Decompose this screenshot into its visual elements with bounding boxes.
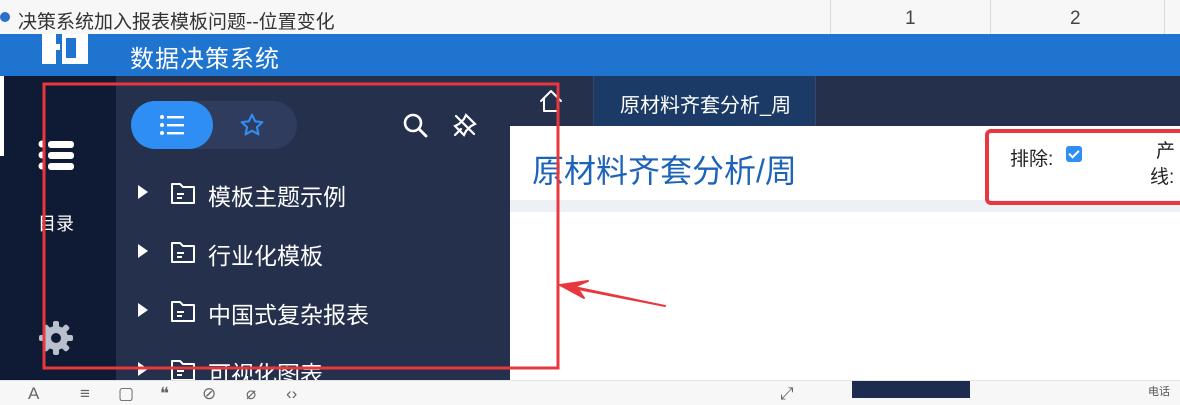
- star-icon: [240, 113, 264, 136]
- exclude-checkbox[interactable]: [1066, 146, 1082, 162]
- pin-icon[interactable]: [452, 112, 478, 138]
- post-title[interactable]: 决策系统加入报表模板问题--位置变化: [18, 7, 335, 34]
- folder-icon: [171, 183, 195, 204]
- font-color-icon[interactable]: A: [28, 385, 39, 402]
- tab-home[interactable]: [510, 76, 594, 126]
- column-value-1: 1: [905, 8, 916, 29]
- gear-icon[interactable]: [38, 320, 74, 356]
- list-icon: [160, 115, 184, 135]
- image-icon[interactable]: ▢: [118, 385, 134, 402]
- left-rail: 目录: [0, 76, 116, 380]
- production-line-label-part2: 线:: [1150, 167, 1175, 188]
- editor-toolbar: A ≡ ▢ ❝ ⊘ ⌀ ‹› ⤢ 电话: [0, 380, 1180, 405]
- report-content: 原材料齐套分析/周 排除: 产 线:: [510, 126, 1180, 380]
- post-status-icon: [0, 12, 10, 22]
- column-divider: [1164, 0, 1165, 34]
- tree-item[interactable]: 行业化模板: [116, 232, 510, 272]
- tree-item[interactable]: 模板主题示例: [116, 173, 510, 213]
- column-value-2: 2: [1070, 8, 1081, 29]
- folder-icon: [171, 360, 195, 381]
- tab-report[interactable]: 原材料齐套分析_周: [594, 76, 816, 126]
- tree-item-label: 模板主题示例: [208, 184, 346, 210]
- production-line-label-part1: 产: [1156, 141, 1176, 162]
- app-title: 数据决策系统: [130, 46, 280, 73]
- report-title: 原材料齐套分析/周: [532, 153, 797, 189]
- app-header: 数据决策系统: [0, 34, 1180, 76]
- home-icon: [540, 90, 562, 112]
- phone-label: 电话: [1148, 386, 1170, 398]
- forum-row: 决策系统加入报表模板问题--位置变化 1 2: [0, 0, 1180, 34]
- content-divider: [510, 200, 1180, 212]
- expand-caret-icon[interactable]: [138, 244, 148, 258]
- app-logo-icon: [42, 34, 88, 64]
- expand-caret-icon[interactable]: [138, 362, 148, 376]
- banner-thumbnail: [852, 381, 970, 398]
- content-tab-bar: 原材料齐套分析_周: [510, 76, 1180, 126]
- tree-item-label: 行业化模板: [208, 243, 323, 269]
- folder-icon: [171, 242, 195, 263]
- column-divider: [990, 0, 991, 34]
- list-icon[interactable]: [38, 140, 76, 170]
- directory-panel: 模板主题示例 行业化模板 中国式复杂报表 可视化图表: [116, 76, 510, 387]
- catalog-label[interactable]: 目录: [38, 210, 74, 236]
- code-icon[interactable]: ‹›: [286, 385, 297, 402]
- tree-item[interactable]: 中国式复杂报表: [116, 291, 510, 331]
- expand-icon[interactable]: ⤢: [780, 385, 794, 402]
- link-icon[interactable]: ⊘: [202, 385, 216, 402]
- expand-caret-icon[interactable]: [138, 303, 148, 317]
- tab-directory[interactable]: [131, 101, 213, 149]
- folder-icon: [171, 301, 195, 322]
- expand-caret-icon[interactable]: [138, 185, 148, 199]
- align-icon[interactable]: ≡: [80, 385, 90, 402]
- rail-active-indicator: [0, 76, 4, 156]
- tab-report-label: 原材料齐套分析_周: [620, 95, 792, 117]
- attachment-icon[interactable]: ⌀: [246, 385, 256, 402]
- exclude-label: 排除:: [1010, 149, 1054, 170]
- quote-icon[interactable]: ❝: [160, 385, 169, 402]
- search-icon[interactable]: [402, 112, 428, 138]
- panel-tab-switch: [131, 101, 297, 149]
- column-divider: [830, 0, 831, 34]
- tree-item-label: 中国式复杂报表: [208, 302, 369, 328]
